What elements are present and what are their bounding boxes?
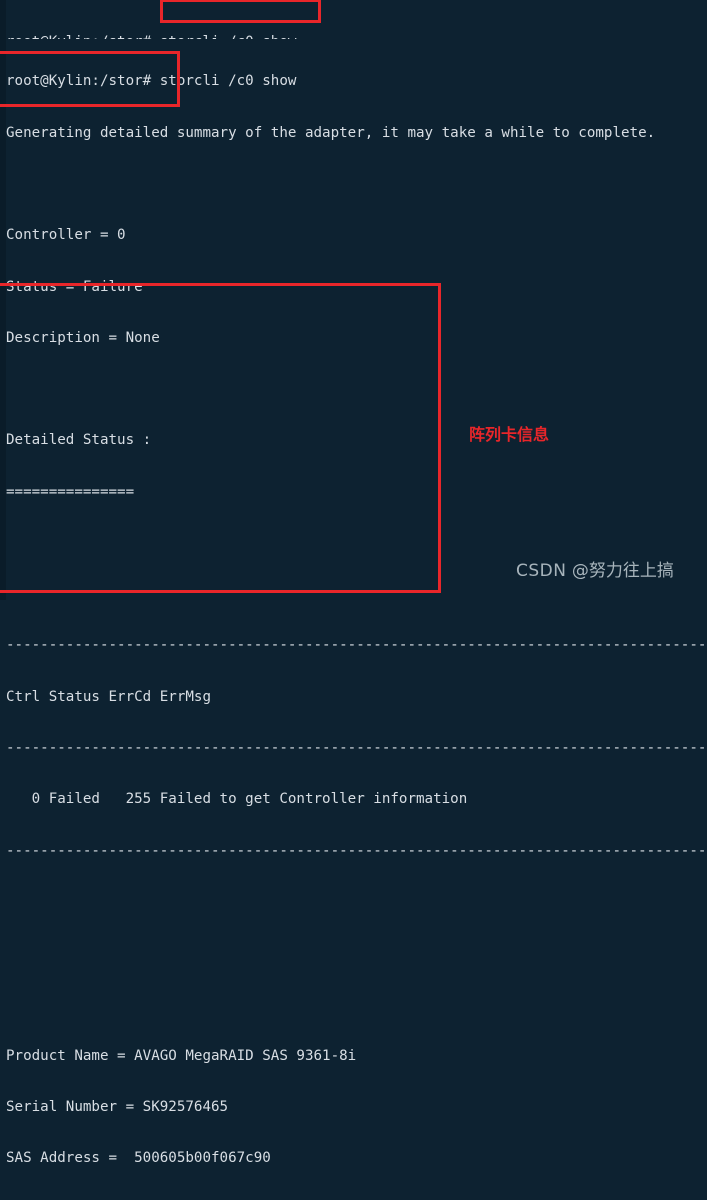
terminal-prompt: root@Kylin:/stor#: [6, 73, 160, 90]
terminal-line-description: Description = None: [6, 329, 160, 346]
terminal-command: storcli /c0 show: [159, 73, 297, 90]
annotation-label-raid-card-info: 阵列卡信息: [469, 425, 550, 444]
terminal-line-product-name: Product Name = AVAGO MegaRAID SAS 9361-8…: [6, 1047, 357, 1064]
terminal-line-blank-6: [6, 945, 707, 962]
terminal-line-sas-address: SAS Address = 500605b00f067c90: [6, 1150, 271, 1167]
terminal-line-clipped-top: root@Kylin:/stor# storcli /c0 show: [6, 34, 707, 39]
terminal-console-output[interactable]: root@Kylin:/stor# storcli /c0 show root@…: [6, 0, 707, 1200]
terminal-line-detailed-status-underline: ===============: [6, 483, 135, 500]
terminal-rule-top: ----------------------------------------…: [6, 637, 707, 654]
terminal-line-generating: Generating detailed summary of the adapt…: [6, 124, 656, 141]
watermark-site: CSDN: [516, 561, 567, 581]
terminal-rule-mid: ----------------------------------------…: [6, 740, 707, 757]
terminal-line-blank-2: [6, 381, 707, 398]
terminal-line-blank-7: [6, 996, 707, 1013]
terminal-line-blank-5: [6, 894, 707, 911]
terminal-line-controller: Controller = 0: [6, 227, 126, 244]
csdn-watermark: CSDN @努力往上搞: [516, 556, 674, 581]
terminal-table-header: Ctrl Status ErrCd ErrMsg: [6, 688, 211, 705]
terminal-line-status: Status = Failure: [6, 278, 143, 295]
terminal-table-row: 0 Failed 255 Failed to get Controller in…: [6, 791, 468, 808]
terminal-line-blank-1: [6, 176, 707, 193]
terminal-line-detailed-status-header: Detailed Status :: [6, 432, 152, 449]
watermark-author: @努力往上搞: [571, 561, 674, 581]
terminal-line-blank-4: [6, 586, 707, 603]
terminal-rule-bottom: ----------------------------------------…: [6, 842, 707, 859]
terminal-prompt-line: root@Kylin:/stor# storcli /c0 show: [6, 73, 707, 90]
terminal-window: root@Kylin:/stor# storcli /c0 show root@…: [0, 0, 707, 1166]
terminal-line-serial-number: Serial Number = SK92576465: [6, 1099, 229, 1115]
terminal-line-blank-3: [6, 535, 707, 552]
